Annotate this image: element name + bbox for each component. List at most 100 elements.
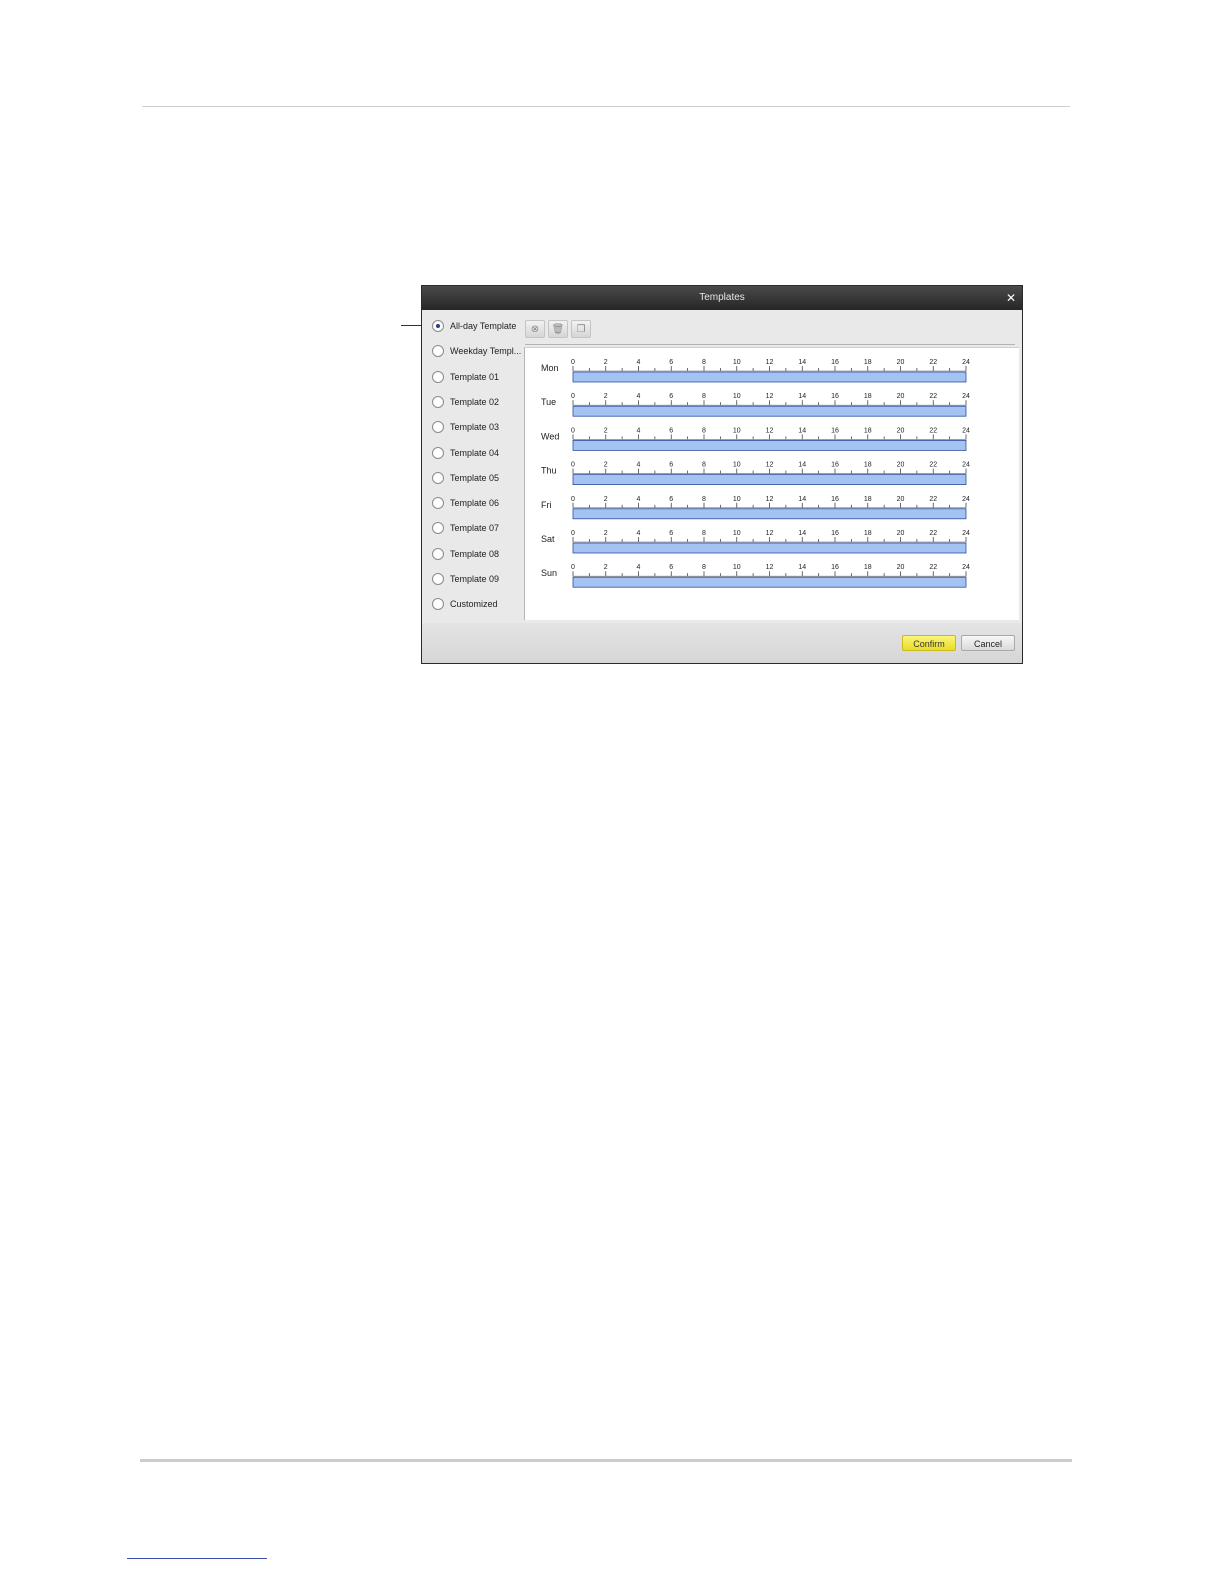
day-label: Sat	[541, 534, 555, 544]
radio-button[interactable]	[432, 370, 444, 383]
hour-label: 8	[702, 359, 706, 366]
hour-label: 0	[571, 359, 575, 366]
hour-label: 10	[733, 359, 741, 366]
template-label: Template 08	[450, 548, 500, 559]
hour-label: 22	[929, 496, 937, 503]
template-option[interactable]: Weekday Templ...	[432, 341, 521, 361]
page-footer-rule	[140, 1459, 1072, 1462]
radio-button[interactable]	[432, 522, 444, 535]
hour-label: 2	[604, 564, 608, 571]
hour-label: 24	[962, 496, 970, 503]
hour-label: 20	[897, 530, 905, 537]
hour-label: 16	[831, 359, 839, 366]
schedule-bar[interactable]	[572, 371, 967, 383]
template-label: Template 01	[450, 371, 500, 382]
close-icon[interactable]: ✕	[1004, 286, 1018, 310]
hour-label: 22	[929, 359, 937, 366]
dialog-footer: Confirm Cancel	[422, 623, 1022, 663]
hour-label: 20	[897, 359, 905, 366]
template-option[interactable]: Template 03	[432, 417, 499, 437]
hour-label: 10	[733, 496, 741, 503]
hour-label: 14	[798, 393, 806, 400]
template-option[interactable]: Template 08	[432, 544, 499, 564]
schedule-bar[interactable]	[572, 542, 967, 554]
hour-label: 22	[929, 427, 937, 434]
copy-icon[interactable]: ❐	[571, 320, 591, 338]
hour-label: 12	[766, 496, 774, 503]
template-option[interactable]: Template 09	[432, 569, 499, 589]
template-label: All-day Template	[450, 321, 517, 331]
hour-label: 18	[864, 462, 872, 469]
hour-label: 22	[929, 564, 937, 571]
hour-label: 4	[637, 359, 641, 366]
hour-label: 4	[637, 496, 641, 503]
hour-label: 18	[864, 530, 872, 537]
radio-button[interactable]	[432, 547, 444, 560]
radio-button[interactable]	[432, 320, 444, 332]
hour-label: 0	[571, 462, 575, 469]
schedule-bar[interactable]	[572, 405, 967, 417]
hour-label: 6	[669, 359, 673, 366]
template-option[interactable]: Template 06	[432, 493, 499, 513]
hour-label: 8	[702, 427, 706, 434]
schedule-bar[interactable]	[572, 474, 967, 485]
hour-label: 2	[604, 393, 608, 400]
hour-label: 20	[897, 427, 905, 434]
hour-label: 24	[962, 462, 970, 469]
radio-button[interactable]	[432, 598, 444, 611]
hour-label: 24	[962, 359, 970, 366]
day-label: Thu	[541, 466, 557, 476]
dialog-titlebar: Templates ✕	[422, 286, 1022, 310]
hour-label: 6	[669, 427, 673, 434]
hour-label: 22	[929, 393, 937, 400]
template-option[interactable]: Template 04	[432, 443, 499, 463]
hour-label: 16	[831, 427, 839, 434]
template-option[interactable]: Template 07	[432, 518, 499, 538]
day-label: Fri	[541, 500, 552, 510]
template-label: Customized	[450, 599, 498, 610]
radio-button[interactable]	[432, 421, 444, 434]
radio-button[interactable]	[432, 573, 444, 585]
delete-circle-icon[interactable]: ⊗	[525, 320, 545, 338]
confirm-button[interactable]: Confirm	[902, 635, 956, 651]
hour-label: 2	[604, 530, 608, 537]
hour-label: 10	[733, 462, 741, 469]
trash-icon[interactable]: 🗑	[548, 320, 568, 338]
day-label: Wed	[541, 431, 559, 441]
template-option[interactable]: Template 02	[432, 392, 499, 412]
hour-label: 6	[669, 393, 673, 400]
radio-button[interactable]	[432, 395, 444, 408]
hour-label: 10	[733, 427, 741, 434]
hour-label: 2	[604, 462, 608, 469]
radio-button[interactable]	[432, 345, 444, 358]
template-label: Template 04	[450, 447, 500, 458]
templates-dialog: Templates ✕ All-day Template Weekday Temp…	[421, 285, 1023, 664]
radio-button[interactable]	[432, 471, 444, 484]
schedule-bar[interactable]	[572, 440, 967, 451]
cancel-button[interactable]: Cancel	[961, 635, 1015, 651]
hour-label: 14	[798, 496, 806, 503]
schedule-bar[interactable]	[572, 576, 967, 588]
template-label: Template 02	[450, 396, 500, 407]
schedule-bar[interactable]	[572, 508, 967, 520]
hour-label: 12	[766, 359, 774, 366]
template-option[interactable]: Template 05	[432, 468, 499, 488]
hour-label: 0	[571, 530, 575, 537]
hour-label: 2	[604, 496, 608, 503]
hour-label: 14	[798, 359, 806, 366]
hour-label: 6	[669, 564, 673, 571]
hour-label: 8	[702, 530, 706, 537]
hour-label: 16	[831, 393, 839, 400]
template-option[interactable]: All-day Template	[432, 316, 516, 336]
hour-label: 16	[831, 462, 839, 469]
hour-label: 6	[669, 496, 673, 503]
radio-button[interactable]	[432, 497, 444, 510]
hour-label: 24	[962, 564, 970, 571]
hour-label: 0	[571, 496, 575, 503]
template-option[interactable]: Customized	[432, 594, 498, 614]
hour-label: 12	[766, 564, 774, 571]
hour-label: 4	[637, 530, 641, 537]
radio-button[interactable]	[432, 446, 444, 459]
template-option[interactable]: Template 01	[432, 367, 499, 387]
hour-label: 10	[733, 564, 741, 571]
